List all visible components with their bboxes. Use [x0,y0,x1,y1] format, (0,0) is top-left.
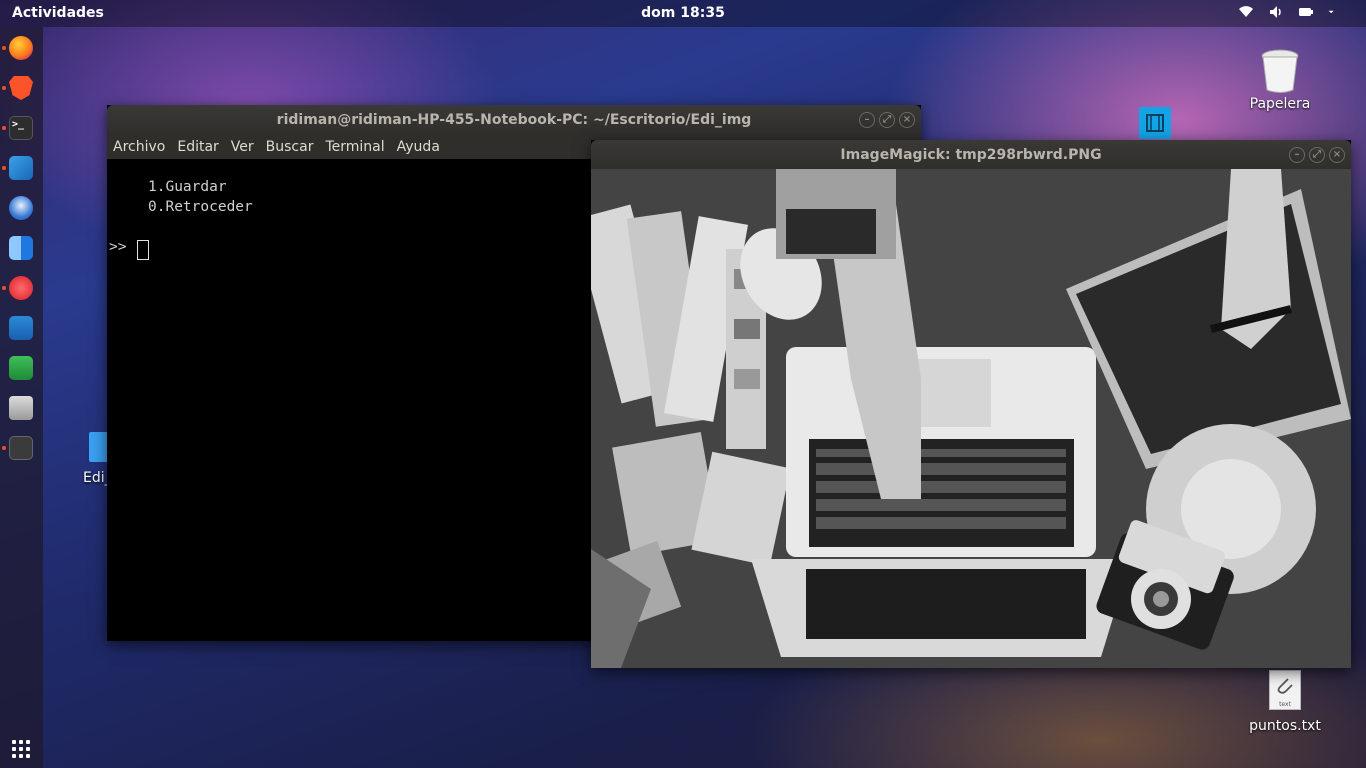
thunderbird-icon[interactable] [9,196,33,220]
terminal-cursor [137,240,149,260]
running-indicator [2,166,6,170]
terminal-title: ridiman@ridiman-HP-455-Notebook-PC: ~/Es… [276,112,752,128]
trash-icon [1261,49,1299,93]
terminal-line: 1.Guardar [148,179,227,195]
firefox-icon[interactable] [9,36,33,60]
folder-label: Edi_ [83,470,110,486]
terminal-titlebar[interactable]: ridiman@ridiman-HP-455-Notebook-PC: ~/Es… [107,105,921,135]
video-desktop-icon[interactable] [1139,107,1171,139]
menu-ayuda[interactable]: Ayuda [397,139,440,155]
imagemagick-title: ImageMagick: tmp298rbwrd.PNG [840,147,1102,163]
terminal-prompt: >> [109,239,127,255]
menu-arrow-icon[interactable] [1328,4,1338,20]
running-indicator [2,446,6,450]
disks-icon[interactable] [9,396,33,420]
file-label: puntos.txt [1249,718,1321,734]
dock: >_ [0,27,43,768]
paperclip-icon: text [1269,670,1301,710]
folder-icon [89,432,110,462]
system-tray[interactable] [1238,4,1338,20]
activities-button[interactable]: Actividades [12,5,104,21]
running-indicator [2,126,6,130]
running-indicator [2,46,6,50]
battery-icon[interactable] [1298,4,1314,20]
maximize-button[interactable]: ⤢ [1309,147,1325,163]
writer-icon[interactable] [9,316,33,340]
maximize-button[interactable]: ⤢ [879,112,895,128]
folder-desktop-icon[interactable]: Edi_ [80,430,110,486]
grayscale-photo[interactable] [591,169,1351,668]
text-file-desktop-icon[interactable]: text puntos.txt [1244,670,1326,734]
vscode-icon[interactable] [9,156,33,180]
wifi-icon[interactable] [1238,4,1254,20]
finder-icon[interactable] [9,236,33,260]
menu-buscar[interactable]: Buscar [266,139,314,155]
close-button[interactable]: × [1329,147,1345,163]
imagemagick-titlebar[interactable]: ImageMagick: tmp298rbwrd.PNG – ⤢ × [591,140,1351,170]
apps-grid-icon[interactable] [12,740,30,758]
imagemagick-window[interactable]: ImageMagick: tmp298rbwrd.PNG – ⤢ × [591,140,1351,668]
minimize-button[interactable]: – [859,112,875,128]
files-icon[interactable] [9,436,33,460]
minimize-button[interactable]: – [1289,147,1305,163]
close-button[interactable]: × [899,112,915,128]
file-type-label: text [1279,701,1291,708]
brave-icon[interactable] [9,76,33,100]
running-indicator [2,286,6,290]
trash-desktop-icon[interactable]: Papelera [1244,48,1316,112]
volume-icon[interactable] [1268,4,1284,20]
menu-ver[interactable]: Ver [231,139,254,155]
menu-archivo[interactable]: Archivo [113,139,165,155]
calc-icon[interactable] [9,356,33,380]
top-bar: Actividades dom 18:35 [0,0,1366,27]
laptop [751,347,1131,657]
terminal-icon[interactable]: >_ [9,116,33,140]
running-indicator [2,86,6,90]
trash-label: Papelera [1249,96,1311,112]
film-icon [1146,114,1164,132]
music-icon[interactable] [9,276,33,300]
clock[interactable]: dom 18:35 [641,5,725,21]
terminal-line: 0.Retroceder [148,199,253,215]
menu-terminal[interactable]: Terminal [325,139,384,155]
menu-editar[interactable]: Editar [177,139,218,155]
